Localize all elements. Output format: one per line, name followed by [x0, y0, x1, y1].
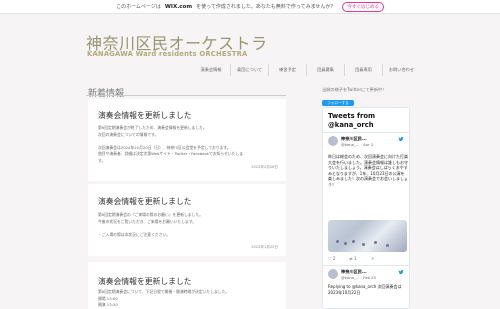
- news-heading: 新着情報: [88, 89, 125, 99]
- photo-detail: [386, 244, 389, 247]
- post-title[interactable]: 演奏会情報を更新しました: [98, 110, 192, 121]
- post-date: 2023年1月22日: [251, 245, 278, 249]
- nav-item-concerts[interactable]: 演奏会情報: [192, 64, 230, 76]
- photo-detail: [374, 241, 377, 244]
- nav-item-about[interactable]: 楽団について: [230, 64, 268, 76]
- photo-detail: [362, 243, 365, 246]
- post-date: 2023年2月26日: [251, 165, 278, 169]
- tweet-text: 昨日は総会のため、次回演奏会に向けた打楽大会を行いました。演奏会情報は誰しもお守…: [328, 154, 408, 187]
- site-subtitle: KANAGAWA Ward residents ORCHESTRA: [87, 50, 248, 58]
- photo-detail: [352, 240, 355, 243]
- post-title[interactable]: 演奏会情報を更新しました: [98, 196, 192, 207]
- post-title[interactable]: 演奏会情報を更新しました: [98, 276, 192, 287]
- main-nav: 演奏会情報 楽団について 練習予定 団員募集 団員専用 お問い合わせ: [192, 64, 420, 76]
- news-post[interactable]: 演奏会情報を更新しました 第6回定期演奏会について、下記日程で開催・開演時間が決…: [88, 262, 286, 309]
- post-body: 第6回定期演奏会が終了したため、演奏会情報を更新しました。 次回の演奏会について…: [98, 125, 244, 163]
- tweet-photo[interactable]: [328, 220, 407, 252]
- avatar[interactable]: [328, 136, 338, 146]
- wix-logo: WIX.com: [164, 3, 193, 10]
- post-body: 第6回定期演奏会の『ご来場の際のお願い』を更新しました。 今後の状況をご覧いただ…: [98, 212, 203, 237]
- tweet-actions: ♡ 2 ⇄ 1 ↗: [328, 256, 374, 261]
- nav-item-recruit[interactable]: 団員募集: [306, 64, 344, 76]
- nav-item-members[interactable]: 団員専用: [344, 64, 382, 76]
- wix-banner-message-2: を使って作成されました。あなたも無料で作ってみませんか？: [196, 4, 336, 10]
- tweet-text: Replying to @kana_orch 次回演奏会は2023年10月22日: [328, 284, 402, 295]
- wix-ad-banner: このホームページは WIX.com を使って作成されました。あなたも無料で作って…: [0, 0, 500, 14]
- news-divider: [86, 95, 286, 96]
- twitter-bird-icon: [398, 136, 404, 142]
- nav-item-schedule[interactable]: 練習予定: [268, 64, 306, 76]
- twitter-bird-icon: [398, 269, 404, 275]
- nav-item-contact[interactable]: お問い合わせ: [382, 64, 420, 76]
- tweet-author-handle[interactable]: @kana_... · Apr 2: [341, 142, 373, 147]
- wix-banner-message: このホームページは: [116, 4, 161, 10]
- avatar[interactable]: [328, 269, 338, 279]
- retweet-action[interactable]: ⇄ 1: [349, 256, 356, 261]
- wix-start-button[interactable]: 今すぐはじめる: [342, 1, 384, 12]
- timeline-divider: [323, 132, 409, 133]
- tweet-divider: [323, 265, 409, 266]
- tweet-author-handle[interactable]: @kana_... · Feb 25: [341, 275, 376, 280]
- news-post[interactable]: 演奏会情報を更新しました 第6回定期演奏会が終了したため、演奏会情報を更新しまし…: [88, 99, 286, 181]
- timeline-header[interactable]: Tweets from @kana_orch: [328, 112, 388, 129]
- twitter-follow-button[interactable]: フォローする: [322, 100, 354, 106]
- photo-detail: [344, 242, 347, 245]
- twitter-note: 当劇の様子をTwitterにて更新中！: [322, 87, 387, 92]
- news-post[interactable]: 演奏会情報を更新しました 第6回定期演奏会の『ご来場の際のお願い』を更新しました…: [88, 184, 286, 256]
- share-action[interactable]: ↗: [371, 256, 374, 261]
- photo-detail: [336, 240, 339, 243]
- post-body: 第6回定期演奏会について、下記日程で開催・開演時間が決定いたしました。 開場 1…: [98, 289, 230, 307]
- like-action[interactable]: ♡ 2: [328, 256, 335, 261]
- twitter-timeline[interactable]: Tweets from @kana_orch 神奈川区民... @kana_..…: [322, 107, 410, 309]
